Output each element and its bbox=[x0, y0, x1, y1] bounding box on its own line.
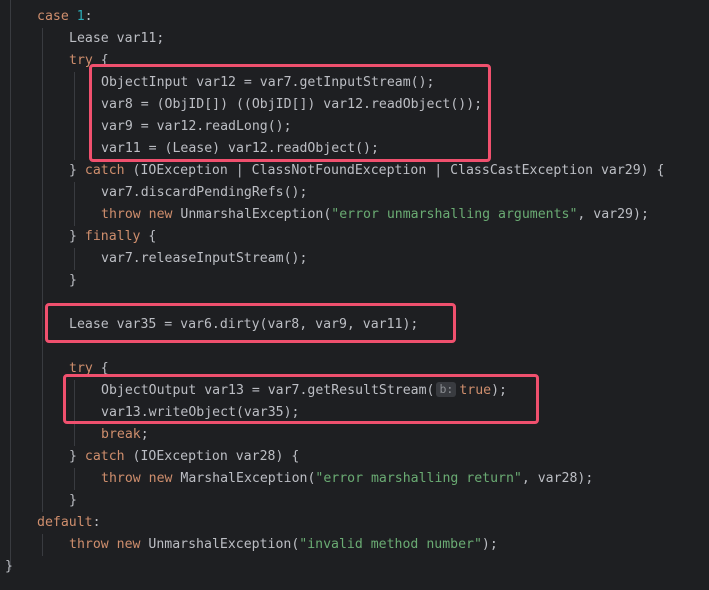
code-line-lease-decl[interactable]: Lease var11; bbox=[69, 28, 164, 50]
code-line-discard[interactable]: var7.discardPendingRefs(); bbox=[101, 182, 307, 204]
code-text: } bbox=[69, 493, 77, 508]
code-text: Lease var11; bbox=[69, 31, 165, 46]
highlight-box-read-input bbox=[89, 64, 491, 162]
code-text: } bbox=[69, 449, 85, 464]
code-line-default[interactable]: default: bbox=[37, 512, 101, 534]
highlight-box-write-result bbox=[63, 374, 539, 424]
code-line-close-brace[interactable]: } bbox=[5, 556, 13, 578]
keyword: default bbox=[37, 515, 93, 530]
code-text: (IOException var28) { bbox=[124, 449, 300, 464]
code-text: ; bbox=[140, 427, 149, 442]
code-line-catch[interactable]: } catch (IOException var28) { bbox=[69, 446, 299, 468]
code-line-case[interactable]: case 1: bbox=[37, 6, 93, 28]
string-literal: "error unmarshalling arguments" bbox=[331, 207, 578, 222]
code-line-throw-invalid[interactable]: throw new UnmarshalException("invalid me… bbox=[69, 534, 498, 556]
code-text: var7.discardPendingRefs(); bbox=[101, 185, 308, 200]
code-text: : bbox=[84, 9, 93, 24]
code-line-catch[interactable]: } catch (IOException | ClassNotFoundExce… bbox=[69, 160, 664, 182]
code-line-close-brace[interactable]: } bbox=[69, 270, 77, 292]
code-line-throw-marshal[interactable]: throw new MarshalException("error marsha… bbox=[101, 468, 593, 490]
code-text: } bbox=[69, 273, 77, 288]
code-text: : bbox=[92, 515, 101, 530]
indent-guide bbox=[74, 72, 75, 160]
code-text: UnmarshalException( bbox=[140, 537, 300, 552]
code-text: , var28); bbox=[521, 471, 594, 486]
code-text: } bbox=[5, 559, 13, 574]
code-editor[interactable]: case 1: Lease var11; try { ObjectInput v… bbox=[0, 0, 709, 590]
keyword: new bbox=[148, 471, 173, 486]
keyword: catch bbox=[84, 449, 125, 464]
code-text: ); bbox=[481, 537, 498, 552]
code-line-throw-unmarshal[interactable]: throw new UnmarshalException("error unma… bbox=[101, 204, 649, 226]
indent-guide bbox=[42, 534, 43, 556]
string-literal: "invalid method number" bbox=[299, 537, 482, 552]
keyword: catch bbox=[84, 163, 125, 178]
code-text: } bbox=[69, 229, 85, 244]
code-text: MarshalException( bbox=[172, 471, 316, 486]
code-text: , var29); bbox=[577, 207, 649, 222]
keyword: new bbox=[116, 537, 141, 552]
indent-guide bbox=[74, 468, 75, 490]
keyword: finally bbox=[84, 229, 141, 244]
code-text: var7.releaseInputStream(); bbox=[101, 251, 308, 266]
number-literal: 1 bbox=[76, 9, 85, 24]
code-line-release[interactable]: var7.releaseInputStream(); bbox=[101, 248, 307, 270]
keyword: throw bbox=[101, 471, 141, 486]
keyword: throw bbox=[69, 537, 109, 552]
highlight-box-dirty-call bbox=[45, 303, 456, 343]
code-text: { bbox=[140, 229, 157, 244]
keyword: break bbox=[101, 427, 141, 442]
indent-guide bbox=[10, 0, 11, 570]
code-text: (IOException | ClassNotFoundException | … bbox=[124, 163, 665, 178]
indent-guide bbox=[42, 28, 43, 512]
code-line-finally[interactable]: } finally { bbox=[69, 226, 156, 248]
code-line-break[interactable]: break; bbox=[101, 424, 149, 446]
keyword: throw bbox=[101, 207, 141, 222]
code-text: } bbox=[69, 163, 85, 178]
keyword: case bbox=[37, 9, 69, 24]
code-line-close-brace[interactable]: } bbox=[69, 490, 77, 512]
keyword: new bbox=[148, 207, 173, 222]
indent-guide bbox=[74, 248, 75, 270]
indent-guide bbox=[74, 182, 75, 226]
string-literal: "error marshalling return" bbox=[315, 471, 522, 486]
code-text: UnmarshalException( bbox=[172, 207, 332, 222]
